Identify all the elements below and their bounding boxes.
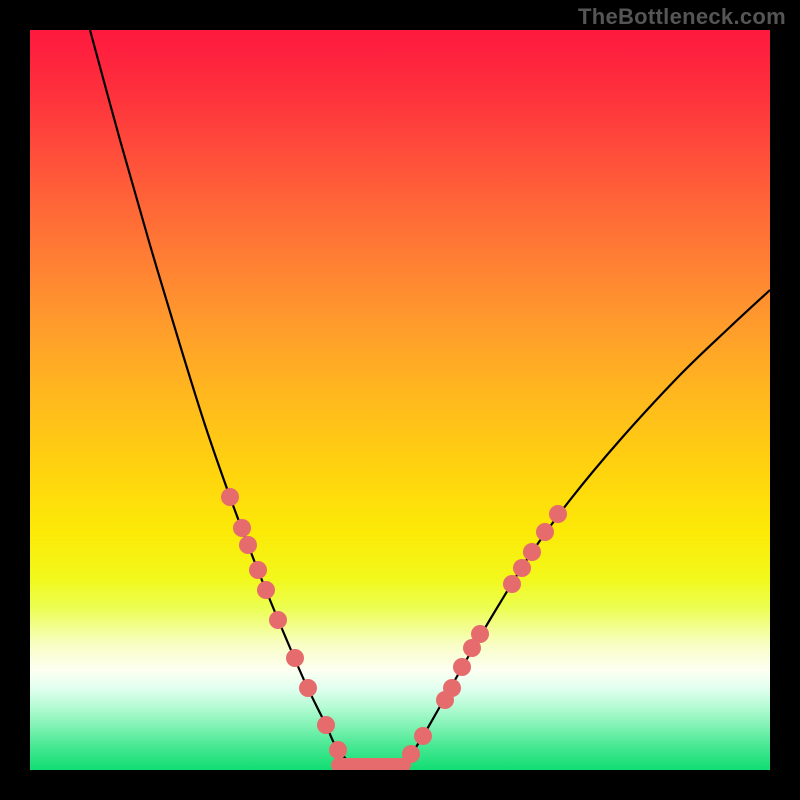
dot [329,741,347,759]
dot [503,575,521,593]
dot [402,745,420,763]
dot [453,658,471,676]
dot [443,679,461,697]
dot [523,543,541,561]
dot [414,727,432,745]
series-right-branch [400,290,770,768]
dot [257,581,275,599]
plot-area [30,30,770,770]
dot [233,519,251,537]
chart-series [90,30,770,768]
dot [513,559,531,577]
dot [249,561,267,579]
dot [317,716,335,734]
dot [221,488,239,506]
dot [286,649,304,667]
dot [269,611,287,629]
watermark-text: TheBottleneck.com [578,4,786,30]
dot [299,679,317,697]
dot [239,536,257,554]
dot [471,625,489,643]
dot [536,523,554,541]
series-left-branch [90,30,355,768]
chart-frame: TheBottleneck.com [0,0,800,800]
dot [549,505,567,523]
curve-layer [30,30,770,770]
